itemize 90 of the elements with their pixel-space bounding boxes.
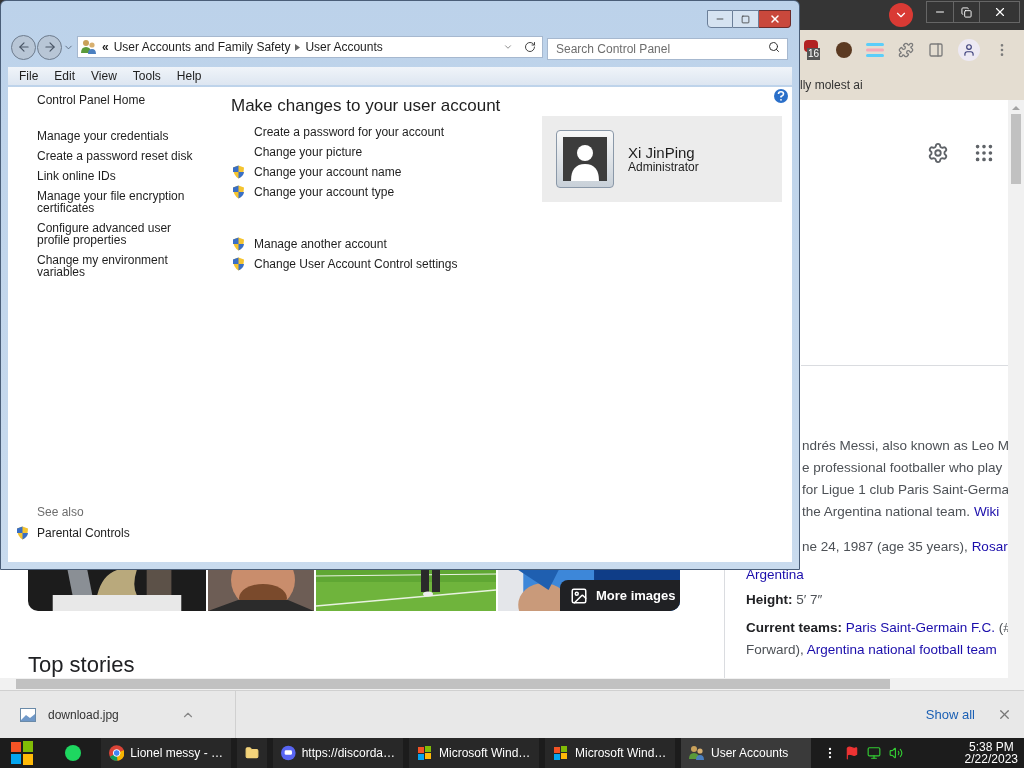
forward-arrow-icon bbox=[42, 40, 57, 54]
breadcrumb-item[interactable]: User Accounts and Family Safety bbox=[113, 38, 291, 56]
menu-item[interactable]: View bbox=[91, 67, 117, 85]
vertical-scrollbar[interactable] bbox=[1008, 100, 1024, 678]
more-images-button[interactable]: More images bbox=[560, 580, 680, 611]
breadcrumb-item[interactable]: User Accounts bbox=[305, 38, 383, 56]
panel-link[interactable]: Paris Saint-Germain F.C. bbox=[845, 620, 996, 635]
extension-icon[interactable] bbox=[836, 42, 852, 58]
settings-icon[interactable] bbox=[926, 142, 949, 164]
task-link[interactable]: Manage another account bbox=[254, 237, 387, 250]
menu-item[interactable]: Help bbox=[176, 67, 202, 85]
taskbar-button[interactable]: Microsoft Wind… bbox=[545, 738, 675, 768]
search-field[interactable]: Search Control Panel bbox=[547, 38, 788, 60]
close-icon[interactable] bbox=[997, 707, 1012, 722]
task-link[interactable]: Create a password reset disk bbox=[37, 150, 207, 162]
task-link[interactable]: Change your account name bbox=[254, 165, 402, 178]
task-link[interactable]: Link online IDs bbox=[37, 170, 207, 182]
section-heading: Top stories bbox=[28, 653, 136, 677]
extension-count: 16 bbox=[807, 48, 821, 60]
refresh-icon[interactable] bbox=[524, 41, 536, 53]
window-flag-icon bbox=[553, 745, 569, 761]
extension-button[interactable]: 16 bbox=[804, 40, 822, 60]
panel-text: for Ligue 1 club Paris Saint-Germa bbox=[801, 481, 1011, 499]
taskbar-button[interactable]: User Accounts bbox=[681, 738, 811, 768]
person-icon bbox=[962, 43, 976, 57]
folder-icon bbox=[245, 745, 259, 761]
panel-text: ndrés Messi, also known as Leo M bbox=[801, 437, 1011, 455]
clock[interactable]: 5:38 PM 2/22/2023 bbox=[964, 741, 1018, 765]
see-also-link[interactable]: Parental Controls bbox=[37, 527, 130, 539]
bookmark-link[interactable]: lly molest ai bbox=[800, 76, 863, 94]
menu-item[interactable]: Tools bbox=[132, 67, 161, 85]
see-also-heading: See also bbox=[37, 506, 85, 518]
page-heading: Make changes to your user account bbox=[231, 95, 501, 117]
close-button[interactable] bbox=[759, 10, 791, 28]
task-link[interactable]: Change my environment variables bbox=[37, 254, 207, 278]
task-link[interactable]: Change User Account Control settings bbox=[254, 257, 458, 270]
taskbar-button[interactable] bbox=[237, 738, 267, 768]
task-link[interactable]: Create a password for your account bbox=[254, 125, 445, 138]
users-icon bbox=[81, 39, 97, 55]
shield-icon bbox=[232, 184, 245, 199]
profile-button[interactable] bbox=[958, 39, 980, 61]
panel-link[interactable]: Argentina bbox=[746, 567, 804, 582]
window-flag-icon bbox=[417, 745, 433, 761]
browser-icon bbox=[109, 745, 125, 761]
panel-link[interactable]: Wiki bbox=[973, 504, 1000, 519]
person-silhouette-icon bbox=[563, 137, 607, 181]
task-link[interactable]: Manage your credentials bbox=[37, 130, 207, 142]
network-icon[interactable] bbox=[867, 746, 881, 760]
panel-text: e professional footballer who play bbox=[801, 459, 1004, 477]
restore-icon bbox=[961, 6, 972, 18]
maximize-icon bbox=[741, 14, 750, 24]
flag-icon[interactable] bbox=[845, 746, 859, 760]
chat-bubble-icon bbox=[281, 745, 296, 761]
panel-text: Height: 5′ 7″ bbox=[745, 591, 824, 609]
help-icon[interactable] bbox=[774, 89, 788, 103]
task-link[interactable]: Manage your file encryption certificates bbox=[37, 190, 207, 214]
download-filename[interactable]: download.jpg bbox=[48, 705, 119, 724]
chat-app-icon[interactable] bbox=[65, 745, 81, 761]
breadcrumb-prefix[interactable]: « bbox=[102, 38, 109, 56]
taskbar-button[interactable]: Lionel messy - … bbox=[101, 738, 231, 768]
home-link[interactable]: Control Panel Home bbox=[37, 94, 223, 106]
shield-icon bbox=[232, 164, 245, 179]
tab-search-button[interactable] bbox=[889, 3, 913, 27]
minimize-button[interactable] bbox=[707, 10, 733, 28]
task-link[interactable]: Change your picture bbox=[254, 145, 363, 158]
panel-text: Forward), Argentina national football team bbox=[745, 641, 998, 659]
menu-item[interactable]: Edit bbox=[54, 67, 76, 85]
address-bar[interactable]: « User Accounts and Family Safety User Accounts bbox=[77, 36, 543, 58]
puzzle-icon[interactable] bbox=[898, 42, 914, 58]
image-icon bbox=[570, 586, 588, 605]
account-role: Administrator bbox=[628, 160, 699, 174]
shield-icon bbox=[16, 526, 29, 540]
shield-icon bbox=[232, 236, 245, 251]
side-panel-icon[interactable] bbox=[928, 42, 944, 58]
menu-item[interactable]: File bbox=[19, 67, 39, 85]
search-icon[interactable] bbox=[768, 41, 780, 53]
panel-link[interactable]: Argentina national football team bbox=[806, 642, 997, 657]
image-file-icon bbox=[20, 707, 36, 722]
taskbar-button[interactable]: https://discorda… bbox=[273, 738, 403, 768]
shield-icon bbox=[232, 256, 245, 271]
caret-icon[interactable] bbox=[295, 43, 301, 51]
show-all-link[interactable]: Show all bbox=[925, 704, 975, 725]
taskbar-button[interactable]: Microsoft Wind… bbox=[409, 738, 539, 768]
task-link[interactable]: Configure advanced user profile properties bbox=[37, 222, 207, 246]
task-link[interactable]: Change your account type bbox=[254, 185, 395, 198]
volume-icon[interactable] bbox=[889, 746, 903, 760]
horizontal-scrollbar[interactable] bbox=[0, 678, 1024, 690]
users-icon bbox=[689, 745, 705, 761]
close-icon bbox=[768, 13, 781, 25]
account-name: Xi JinPing bbox=[628, 144, 695, 161]
